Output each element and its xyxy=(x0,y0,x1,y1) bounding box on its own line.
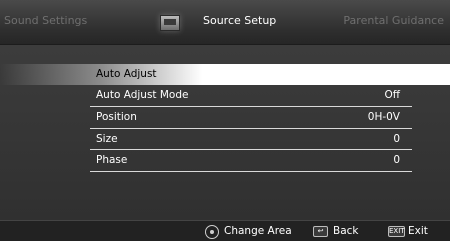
settings-panel: Auto Adjust Auto Adjust Mode Off Positio… xyxy=(0,45,450,220)
tab-parental-guidance[interactable]: Parental Guidance xyxy=(343,14,444,27)
menu-item-label: Auto Adjust Mode xyxy=(96,89,189,101)
menu-item-label: Auto Adjust xyxy=(96,68,157,80)
menu-item-auto-adjust[interactable]: Auto Adjust xyxy=(0,64,450,85)
menu-item-phase[interactable]: Phase 0 xyxy=(90,150,406,171)
menu-item-value: 0 xyxy=(393,154,400,166)
back-key-icon: ↩ xyxy=(313,226,328,237)
footer-hints: Change Area ↩ Back EXIT Exit xyxy=(0,220,450,241)
exit-hint[interactable]: Exit xyxy=(408,225,428,237)
menu-item-value: 0H-0V xyxy=(367,111,400,123)
menu-item-value: Off xyxy=(384,89,401,101)
menu-item-label: Phase xyxy=(96,154,128,166)
change-area-hint[interactable]: Change Area xyxy=(224,225,292,237)
navigation-pad-icon xyxy=(205,225,219,239)
menu-item-label: Size xyxy=(96,133,118,145)
menu-item-value: 0 xyxy=(393,133,400,145)
exit-key-icon: EXIT xyxy=(388,226,405,237)
tab-sound-settings[interactable]: Sound Settings xyxy=(4,14,87,27)
back-hint[interactable]: Back xyxy=(333,225,359,237)
tab-bar: Sound Settings Source Setup Parental Gui… xyxy=(0,0,450,45)
menu-item-label: Position xyxy=(96,111,137,123)
row-divider xyxy=(90,171,412,172)
menu-item-position[interactable]: Position 0H-0V xyxy=(90,107,406,128)
source-setup-icon xyxy=(160,15,180,31)
menu-item-size[interactable]: Size 0 xyxy=(90,129,406,150)
tab-source-setup[interactable]: Source Setup xyxy=(203,14,276,27)
menu-item-auto-adjust-mode[interactable]: Auto Adjust Mode Off xyxy=(90,85,406,106)
